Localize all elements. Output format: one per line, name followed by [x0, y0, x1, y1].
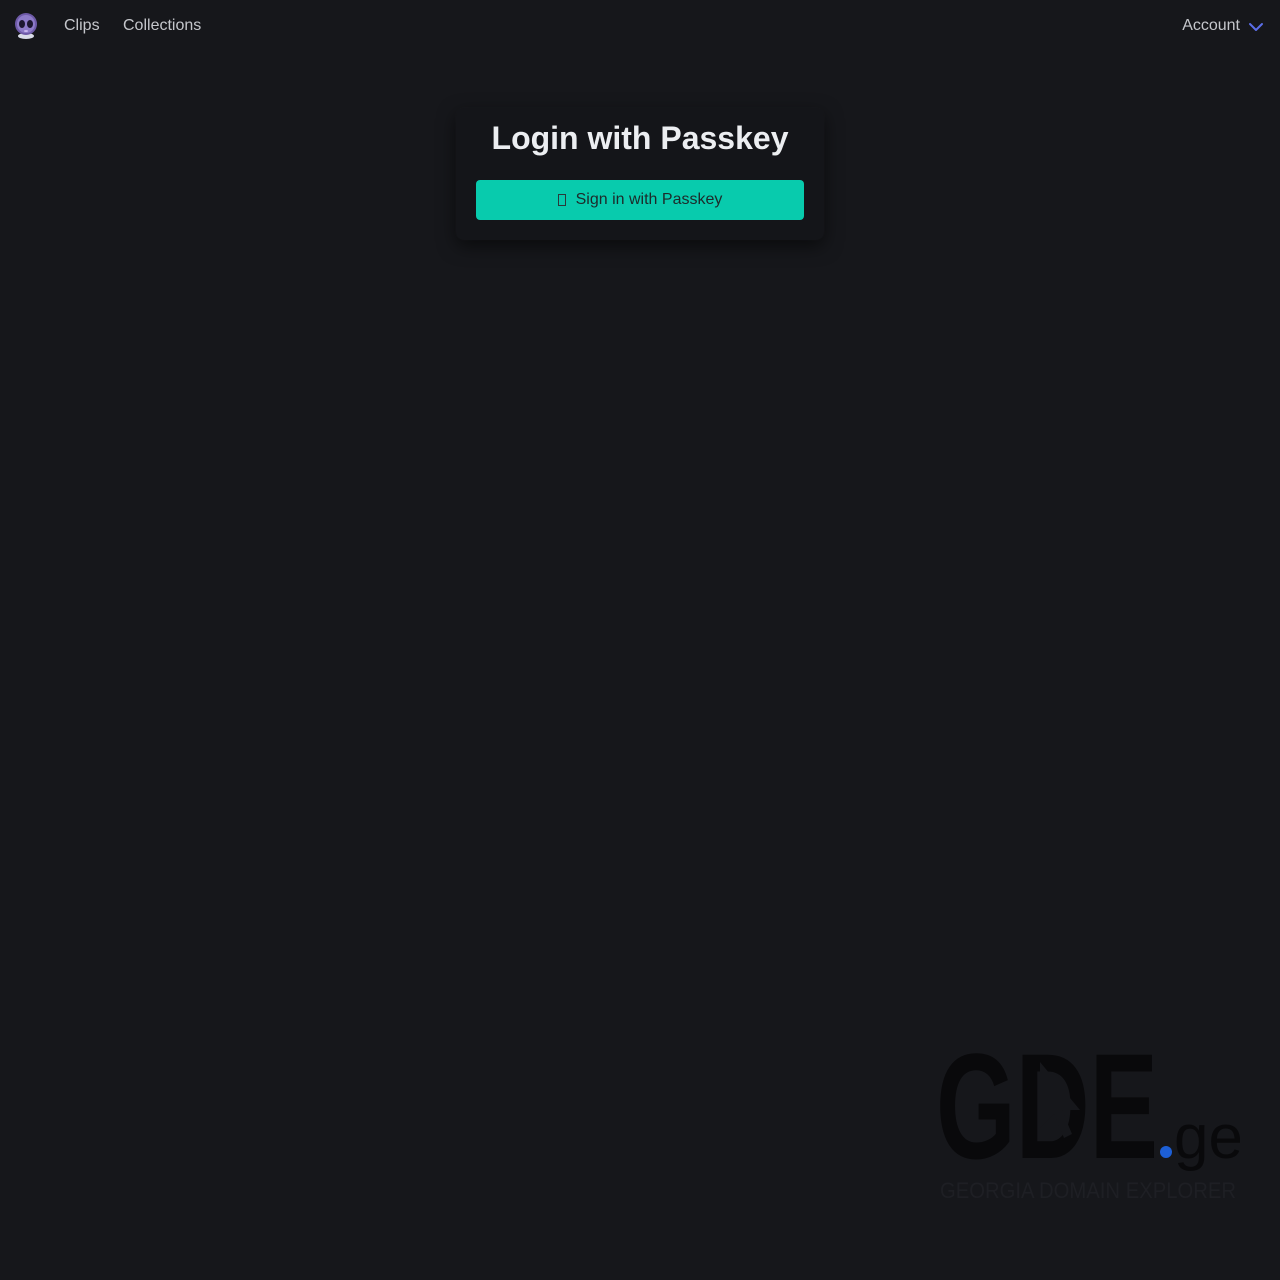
watermark-tagline: GEORGIA DOMAIN EXPLORER [940, 1178, 1236, 1203]
account-menu[interactable]: Account [1182, 16, 1264, 36]
sign-in-button-label: Sign in with Passkey [575, 191, 723, 208]
key-icon [557, 194, 566, 206]
sign-in-with-passkey-button[interactable]: Sign in with Passkey [476, 180, 804, 220]
nav-link-clips[interactable]: Clips [64, 16, 100, 36]
chevron-down-icon [1249, 23, 1263, 31]
dot-icon [1160, 1146, 1172, 1158]
nav-link-collections[interactable]: Collections [123, 16, 201, 36]
account-label: Account [1182, 17, 1240, 34]
login-card: Login with Passkey Sign in with Passkey [456, 108, 824, 240]
gde-watermark-logo: GDE ge GEORGIA DOMAIN EXPLORER [936, 1036, 1240, 1203]
watermark-tld: ge [1174, 1103, 1240, 1172]
top-navbar: Clips Collections Account [0, 0, 1280, 52]
login-title: Login with Passkey [491, 120, 789, 156]
alien-icon[interactable] [13, 12, 39, 40]
